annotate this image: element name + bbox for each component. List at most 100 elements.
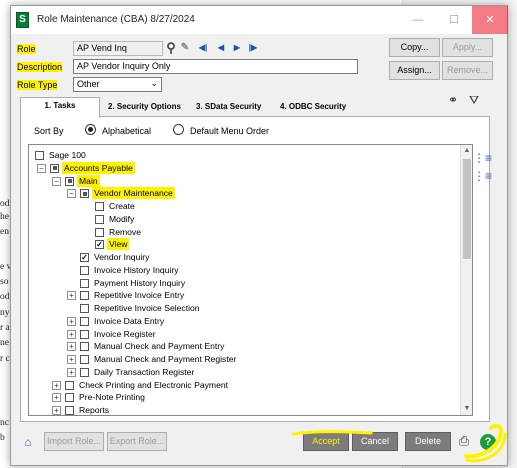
tree-item[interactable]: Invoice History Inquiry [31, 264, 451, 277]
tree-item-checkbox[interactable] [80, 367, 89, 377]
tree-item[interactable]: Repetitive Invoice Selection [31, 302, 451, 315]
clear-icon[interactable]: ✎ [179, 42, 191, 54]
tree-item[interactable]: + Daily Transaction Register [31, 366, 451, 379]
tree-item-checkbox[interactable] [65, 380, 74, 390]
tree-item[interactable]: + Manual Check and Payment Entry [31, 340, 451, 353]
tree-item[interactable]: − Main [31, 174, 451, 188]
printer-icon[interactable]: ⎙ [457, 434, 471, 448]
next-record-icon[interactable]: ▶ [231, 42, 243, 54]
tree-item-checkbox[interactable]: ✓ [80, 253, 89, 262]
copy-button[interactable]: Copy... [389, 38, 440, 57]
tree-item-checkbox[interactable] [80, 316, 89, 326]
tree-item[interactable]: + Invoice Register [31, 328, 451, 341]
tree-item-checkbox[interactable] [80, 265, 89, 275]
tree-item-checkbox[interactable] [80, 189, 89, 199]
tree-item-checkbox[interactable] [65, 176, 74, 186]
tree-item[interactable]: Create [31, 200, 451, 213]
scroll-down-icon[interactable]: ▼ [461, 403, 472, 415]
tree-item-checkbox[interactable] [95, 227, 104, 237]
scroll-thumb[interactable] [463, 159, 471, 259]
collapse-icon[interactable]: − [37, 163, 46, 173]
first-record-icon[interactable]: ◀| [197, 42, 209, 54]
sort-default-menu-label[interactable]: Default Menu Order [190, 126, 269, 136]
description-field[interactable]: AP Vendor Inquiry Only [73, 59, 358, 74]
expand-icon[interactable]: + [67, 355, 76, 364]
tree-item[interactable]: Remove [31, 226, 451, 239]
tree-item-checkbox[interactable] [80, 304, 89, 313]
graduation-cap-icon[interactable]: ⌂ [21, 435, 35, 449]
tree-item[interactable]: − Accounts Payable [31, 161, 451, 175]
sort-by-label: Sort By [34, 126, 64, 136]
search-icon[interactable]: ⚲ [165, 41, 177, 54]
background-text: od [0, 292, 10, 302]
tree-item[interactable]: Payment History Inquiry [31, 277, 451, 290]
previous-record-icon[interactable]: ◀ [215, 42, 227, 54]
tree-item-checkbox[interactable]: ✓ [95, 240, 104, 250]
tree-item-checkbox[interactable] [80, 329, 89, 339]
tree-item-checkbox[interactable] [80, 355, 89, 364]
tree-scrollbar[interactable]: ▲ ▼ [460, 145, 472, 415]
tree-item[interactable]: Modify [31, 213, 451, 226]
tree-item[interactable]: + Pre-Note Printing [31, 391, 451, 404]
help-icon[interactable]: ? [480, 434, 496, 450]
expand-icon[interactable]: + [52, 406, 61, 415]
cancel-button[interactable]: Cancel [352, 432, 398, 451]
tree-item[interactable]: ✓ View [31, 238, 451, 251]
tree-item-checkbox[interactable] [80, 342, 89, 352]
tree-item-checkbox[interactable] [95, 214, 104, 224]
expand-icon[interactable]: + [52, 393, 61, 403]
sort-default-menu-radio[interactable] [173, 124, 184, 135]
tree-item[interactable]: − Vendor Maintenance [31, 187, 451, 200]
tree-item[interactable]: + Check Printing and Electronic Payment [31, 379, 451, 392]
role-type-select[interactable]: Other ⌄ [73, 77, 162, 92]
tab-security-options[interactable]: 2. Security Options [104, 99, 185, 117]
import-role-button[interactable]: Import Role... [44, 432, 104, 451]
expand-icon[interactable]: + [52, 380, 61, 390]
expand-icon[interactable]: + [67, 291, 76, 301]
chevron-down-icon: ⌄ [150, 78, 158, 88]
scroll-up-icon[interactable]: ▲ [461, 145, 472, 157]
background-text: so [0, 277, 9, 287]
delete-button[interactable]: Delete [405, 432, 451, 451]
sort-alphabetical-radio[interactable] [85, 124, 96, 135]
window-title: Role Maintenance (CBA) 8/27/2024 [37, 14, 195, 25]
close-button[interactable]: ✕ [472, 6, 508, 34]
export-role-button[interactable]: Export Role... [107, 432, 167, 451]
remove-button[interactable]: Remove... [442, 61, 493, 80]
tree-item-checkbox[interactable] [80, 278, 89, 288]
tree-item[interactable]: + Manual Check and Payment Register [31, 353, 451, 366]
tree-item-label: Repetitive Invoice Selection [94, 303, 200, 313]
minimize-button[interactable]: — [400, 6, 436, 34]
tree-item-checkbox[interactable] [35, 151, 44, 160]
sort-alphabetical-label[interactable]: Alphabetical [102, 126, 151, 136]
expand-icon[interactable]: + [67, 342, 76, 352]
tree-item-checkbox[interactable] [95, 202, 104, 211]
accept-button[interactable]: Accept [303, 432, 349, 451]
expand-all-icon[interactable]: ⋮≡ [473, 151, 492, 165]
maximize-button[interactable]: ☐ [436, 6, 472, 34]
tab-odbc-security[interactable]: 4. ODBC Security [276, 99, 350, 117]
tree-item[interactable]: + Reports [31, 404, 451, 415]
role-field[interactable]: AP Vend Inq [73, 41, 163, 56]
collapse-all-icon[interactable]: ⋮≡ [473, 169, 492, 183]
role-label: Role [17, 44, 36, 54]
tree-item-checkbox[interactable] [65, 393, 74, 403]
assign-button[interactable]: Assign... [389, 61, 440, 80]
collapse-icon[interactable]: − [67, 189, 76, 199]
tab-tasks[interactable]: 1. Tasks [20, 97, 100, 118]
tree-item[interactable]: + Repetitive Invoice Entry [31, 289, 451, 302]
last-record-icon[interactable]: |▶ [247, 42, 259, 54]
expand-icon[interactable]: + [67, 367, 76, 377]
collapse-icon[interactable]: − [52, 176, 61, 186]
tree-item[interactable]: + Invoice Data Entry [31, 315, 451, 328]
tree-item-checkbox[interactable] [80, 291, 89, 301]
tree-item[interactable]: ✓ Vendor Inquiry [31, 251, 451, 264]
tab-sdata-security[interactable]: 3. SData Security [192, 99, 265, 117]
tree-item[interactable]: Sage 100 [31, 149, 451, 162]
expand-icon[interactable]: + [67, 329, 76, 339]
tree-item-checkbox[interactable] [50, 163, 59, 173]
tree-item-checkbox[interactable] [65, 406, 74, 415]
background-text: r c [0, 354, 10, 364]
apply-button[interactable]: Apply... [442, 38, 493, 57]
expand-icon[interactable]: + [67, 316, 76, 326]
